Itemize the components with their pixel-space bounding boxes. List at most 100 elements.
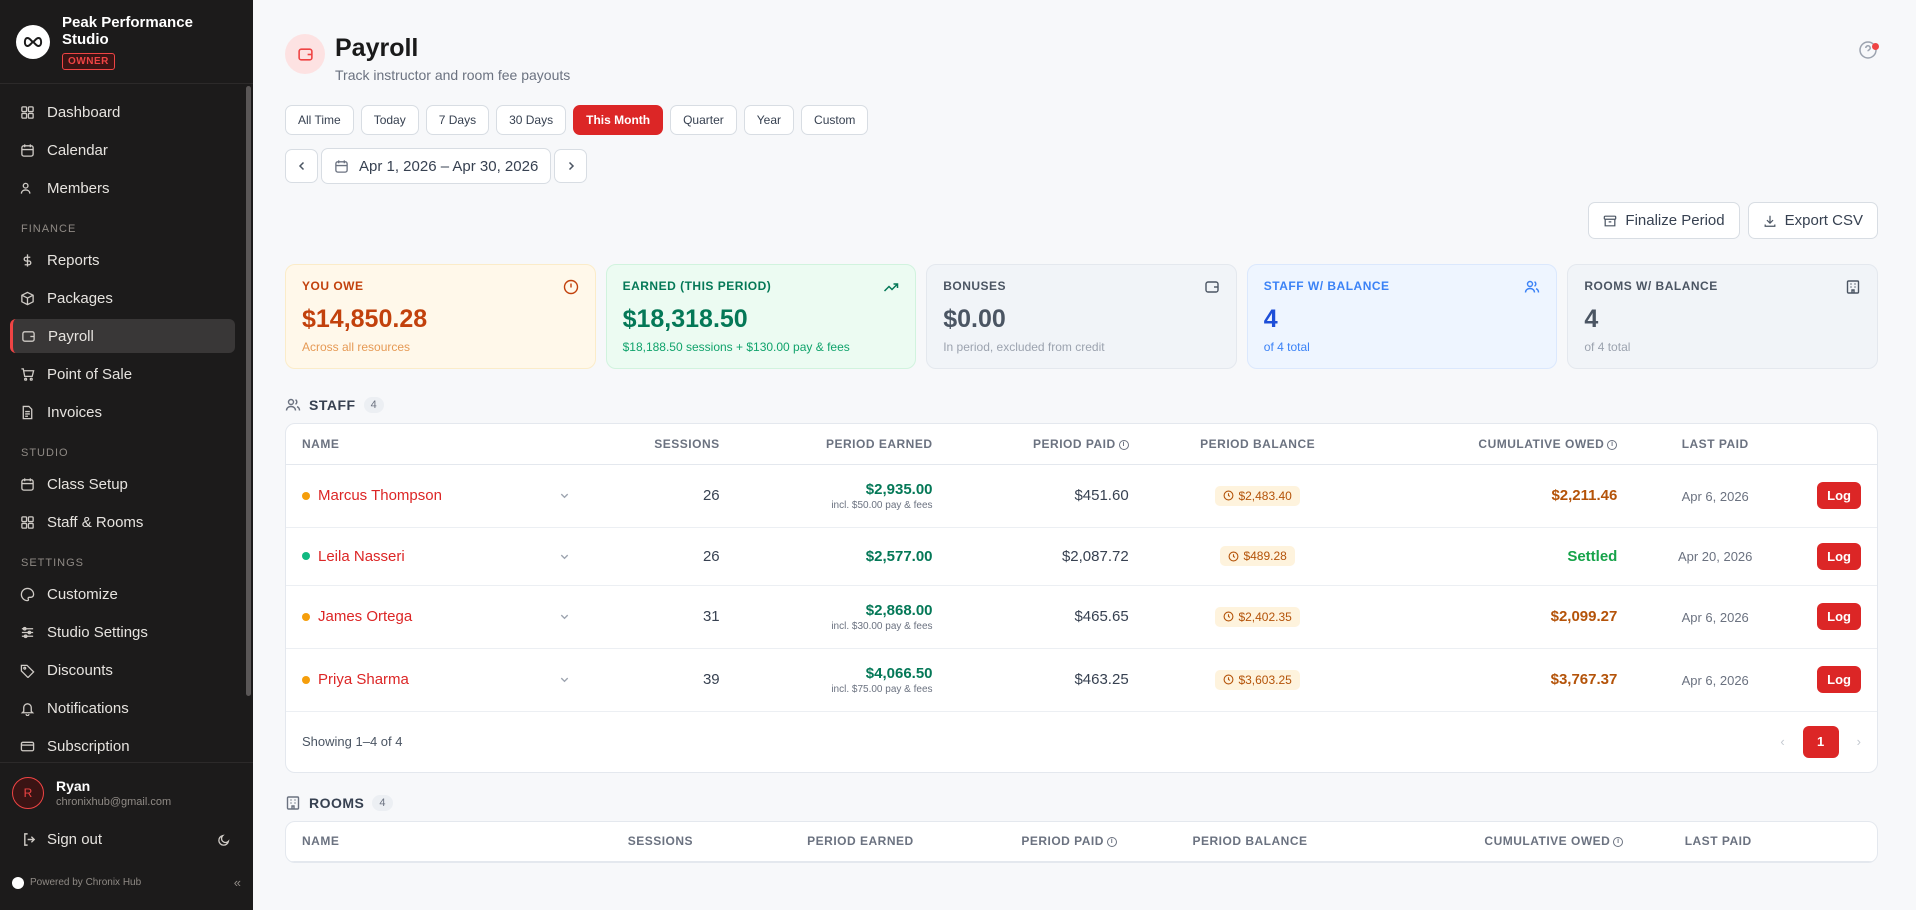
column-header-period-balance: PERIOD BALANCE xyxy=(1144,424,1371,465)
wallet-icon xyxy=(22,330,35,342)
period-balance-badge: $3,603.25 xyxy=(1215,669,1300,690)
staff-name-link[interactable]: Priya Sharma xyxy=(318,671,409,688)
table-row[interactable]: Marcus Thompson 26 $2,935.00 incl. $50.00 p… xyxy=(286,464,1877,528)
column-header-label: LAST PAID xyxy=(1684,834,1752,849)
chevron-down-icon[interactable] xyxy=(559,490,570,501)
cart-icon xyxy=(21,367,35,381)
info-icon[interactable]: i xyxy=(1613,837,1624,848)
info-icon[interactable]: i xyxy=(1118,439,1129,450)
info-icon[interactable]: i xyxy=(1607,439,1618,450)
grid-icon xyxy=(21,515,34,529)
period-earned: $4,066.50 xyxy=(865,664,933,682)
filter-today[interactable]: Today xyxy=(360,105,419,135)
next-page-button[interactable]: › xyxy=(1857,734,1861,749)
export-csv-button[interactable]: Export CSV xyxy=(1747,202,1878,239)
column-header-cumulative-owed: CUMULATIVE OWED i xyxy=(1367,821,1640,862)
collapse-sidebar-icon[interactable]: « xyxy=(234,875,241,890)
sidebar-item-studio-settings[interactable]: Studio Settings xyxy=(10,615,235,649)
filter-all-time[interactable]: All Time xyxy=(285,105,354,135)
staff-name-link[interactable]: James Ortega xyxy=(318,608,412,625)
card-you-owe: YOU OWE $14,850.28 Across all resources xyxy=(285,264,596,369)
sidebar-item-discounts[interactable]: Discounts xyxy=(10,653,235,687)
chevron-down-icon[interactable] xyxy=(559,551,570,562)
filter-this-month[interactable]: This Month xyxy=(573,105,664,135)
status-dot xyxy=(302,491,310,500)
log-payment-button[interactable]: Log xyxy=(1817,666,1861,693)
table-row[interactable]: Leila Nasseri 26 $2,577.00 $2,087.72 $489.28… xyxy=(286,527,1877,586)
table-row[interactable]: James Ortega 31 $2,868.00 incl. $30.00 pay … xyxy=(286,585,1877,649)
sidebar-scrollbar[interactable] xyxy=(246,86,251,696)
filter-year[interactable]: Year xyxy=(743,105,795,135)
last-paid-date: Apr 20, 2026 xyxy=(1677,549,1753,564)
finalize-period-label: Finalize Period xyxy=(1625,212,1725,229)
staff-name-link[interactable]: Marcus Thompson xyxy=(318,487,442,504)
last-paid-date: Apr 6, 2026 xyxy=(1681,609,1749,625)
users-icon xyxy=(285,398,301,411)
filter-custom[interactable]: Custom xyxy=(801,105,869,135)
sign-out-button[interactable]: Sign out xyxy=(22,831,102,848)
sidebar-item-dashboard[interactable]: Dashboard xyxy=(10,95,235,129)
staff-name-link[interactable]: Leila Nasseri xyxy=(318,548,405,565)
pagination: ‹ 1 › xyxy=(1780,725,1861,758)
prev-period-button[interactable] xyxy=(285,149,318,183)
rooms-count-badge: 4 xyxy=(372,794,393,811)
sidebar-item-payroll[interactable]: Payroll xyxy=(10,319,235,353)
invoice-icon xyxy=(22,405,33,419)
summary-cards: YOU OWE $14,850.28 Across all resources … xyxy=(285,264,1878,369)
page-number-button[interactable]: 1 xyxy=(1802,725,1839,758)
sidebar-item-packages[interactable]: Packages xyxy=(10,281,235,315)
log-payment-button[interactable]: Log xyxy=(1817,542,1861,570)
staff-table-header: NAME SESSIONS PERIOD EARNED PERIOD PAID i PER… xyxy=(286,424,1877,465)
column-header-label: PERIOD PAID xyxy=(1021,834,1104,849)
sidebar-item-reports[interactable]: Reports xyxy=(10,243,235,277)
card-value: 4 xyxy=(1584,305,1599,333)
chevron-down-icon[interactable] xyxy=(559,611,570,622)
main-content: Payroll Track instructor and room fee pa… xyxy=(253,0,1916,910)
column-header-name: NAME xyxy=(286,424,586,465)
sidebar-item-members[interactable]: Members xyxy=(10,171,235,205)
status-dot xyxy=(302,552,310,560)
sidebar-item-label: Customize xyxy=(47,585,118,603)
download-icon xyxy=(1764,215,1776,227)
filter-7-days[interactable]: 7 Days xyxy=(425,105,490,135)
moon-icon[interactable] xyxy=(217,833,231,847)
next-period-button[interactable] xyxy=(554,149,588,183)
sessions-count: 26 xyxy=(702,487,720,504)
wallet-icon xyxy=(285,34,325,74)
sidebar-item-invoices[interactable]: Invoices xyxy=(10,395,235,429)
card-subtext: Across all resources xyxy=(302,340,411,354)
log-payment-button[interactable]: Log xyxy=(1817,482,1861,509)
users-icon xyxy=(1525,280,1540,293)
filter-30-days[interactable]: 30 Days xyxy=(496,105,567,135)
sidebar-item-class-setup[interactable]: Class Setup xyxy=(10,467,235,501)
sliders-icon xyxy=(21,626,34,638)
filter-quarter[interactable]: Quarter xyxy=(670,105,737,135)
sidebar-item-subscription[interactable]: Subscription xyxy=(10,729,235,763)
sidebar-item-point-of-sale[interactable]: Point of Sale xyxy=(10,357,235,391)
help-icon[interactable] xyxy=(1858,40,1879,65)
sidebar-item-customize[interactable]: Customize xyxy=(10,577,235,611)
building-icon xyxy=(1846,280,1860,294)
period-filters: All Time Today 7 Days 30 Days This Month Quar… xyxy=(285,105,1878,135)
column-header-label: LAST PAID xyxy=(1681,436,1749,451)
sidebar-item-label: Invoices xyxy=(47,403,103,421)
info-icon[interactable]: i xyxy=(1106,837,1117,848)
table-row[interactable]: Priya Sharma 39 $4,066.50 incl. $75.00 pay … xyxy=(286,648,1877,712)
avatar[interactable]: R xyxy=(12,777,44,809)
rooms-section-title: ROOMS xyxy=(309,794,365,811)
alert-circle-icon xyxy=(563,279,578,295)
sidebar-item-label: Packages xyxy=(47,289,113,307)
sidebar-item-calendar[interactable]: Calendar xyxy=(10,133,235,167)
chevron-down-icon[interactable] xyxy=(559,674,570,685)
prev-page-button[interactable]: ‹ xyxy=(1780,734,1784,749)
period-balance-value: $3,603.25 xyxy=(1238,672,1292,687)
staff-section-header: STAFF 4 xyxy=(285,397,1878,413)
log-payment-button[interactable]: Log xyxy=(1817,603,1861,630)
sidebar-item-notifications[interactable]: Notifications xyxy=(10,691,235,725)
sidebar-item-staff-and-rooms[interactable]: Staff & Rooms xyxy=(10,505,235,539)
period-balance-value: $489.28 xyxy=(1243,549,1287,563)
card-earned: EARNED (THIS PERIOD) $18,318.50 $18,188.… xyxy=(605,264,917,369)
date-range-picker[interactable]: Apr 1, 2026 – Apr 30, 2026 xyxy=(321,148,552,184)
clock-icon xyxy=(1229,551,1239,561)
finalize-period-button[interactable]: Finalize Period xyxy=(1588,202,1740,239)
